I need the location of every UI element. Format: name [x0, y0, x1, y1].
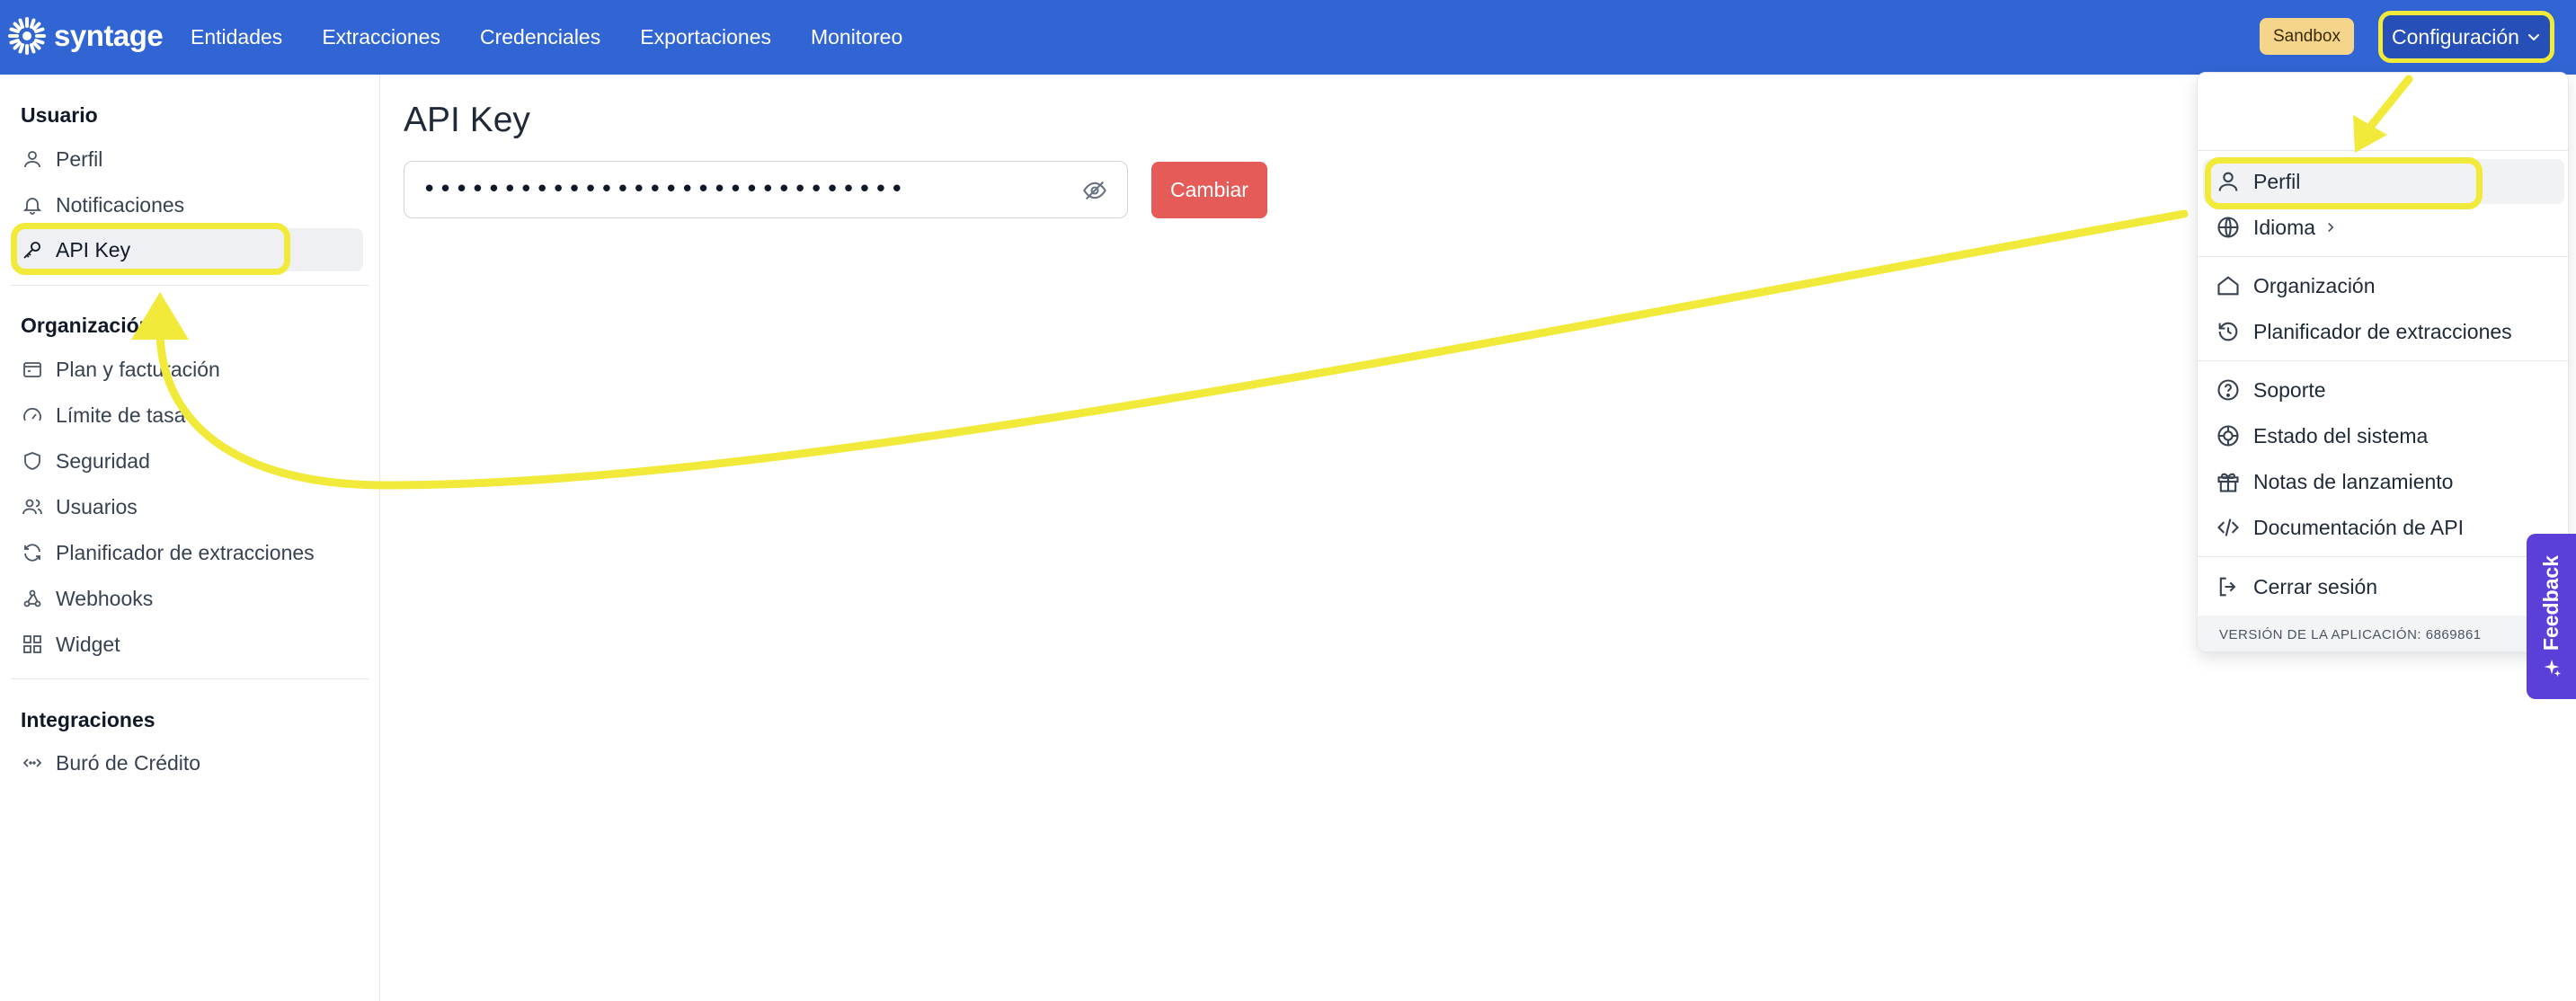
- menu-item-label: Documentación de API: [2253, 515, 2464, 539]
- home-icon: [2217, 276, 2239, 296]
- globe-icon: [2217, 217, 2239, 238]
- menu-item-label: Cerrar sesión: [2253, 574, 2378, 598]
- section-title-organizacion: Organización: [21, 314, 152, 337]
- menu-divider: [2198, 360, 2568, 361]
- code-icon: [2217, 518, 2239, 536]
- sidebar-item-seguridad[interactable]: Seguridad: [11, 439, 363, 483]
- menu-item-label: Estado del sistema: [2253, 423, 2429, 447]
- configuracion-label: Configuración: [2392, 24, 2519, 49]
- perfil-highlight: [2205, 157, 2483, 209]
- menu-item-label: Idioma: [2253, 215, 2316, 239]
- sidebar-item-buro[interactable]: Buró de Crédito: [11, 741, 363, 784]
- logout-icon: [2219, 577, 2236, 597]
- billing-icon: [23, 362, 41, 377]
- configuracion-button[interactable]: Configuración: [2378, 11, 2554, 63]
- logo-icon: [8, 17, 46, 55]
- eye-off-icon[interactable]: [1082, 178, 1107, 203]
- menu-divider: [2198, 150, 2568, 151]
- users-icon: [22, 499, 42, 515]
- menu-item-idioma[interactable]: Idioma: [2203, 205, 2564, 250]
- sidebar-item-perfil[interactable]: Perfil: [11, 137, 363, 181]
- sidebar-item-planificador[interactable]: Planificador de extracciones: [11, 531, 363, 574]
- menu-item-label: Soporte: [2253, 377, 2326, 402]
- menu-divider: [2198, 556, 2568, 557]
- nav-exportaciones[interactable]: Exportaciones: [640, 25, 771, 49]
- settings-sidebar: Usuario Perfil Notificaciones API Key Or…: [0, 75, 380, 1001]
- sidebar-item-label: Notificaciones: [56, 192, 185, 217]
- sidebar-item-plan[interactable]: Plan y facturación: [11, 348, 363, 391]
- menu-item-planificador[interactable]: Planificador de extracciones: [2203, 309, 2564, 354]
- top-navbar: syntage Entidades Extracciones Credencia…: [0, 0, 2576, 75]
- sidebar-divider: [11, 285, 369, 286]
- menu-item-soporte[interactable]: Soporte: [2203, 368, 2564, 412]
- gauge-icon: [23, 408, 41, 421]
- annotation-arrows: [131, 75, 2413, 490]
- menu-item-label: Notas de lanzamiento: [2253, 469, 2454, 493]
- sidebar-item-notificaciones[interactable]: Notificaciones: [11, 183, 363, 226]
- api-key-field[interactable]: ••••••••••••••••••••••••••••••: [404, 161, 1128, 218]
- sidebar-item-webhooks[interactable]: Webhooks: [11, 577, 363, 620]
- sidebar-item-label: Plan y facturación: [56, 357, 220, 381]
- chevron-down-icon: [2527, 34, 2539, 40]
- page-title: API Key: [404, 101, 530, 139]
- sidebar-item-limite[interactable]: Límite de tasa: [11, 394, 363, 437]
- section-title-integraciones: Integraciones: [21, 708, 155, 731]
- menu-item-estado[interactable]: Estado del sistema: [2203, 413, 2564, 458]
- shield-icon: [24, 452, 40, 470]
- menu-item-cerrar-sesion[interactable]: Cerrar sesión: [2203, 564, 2564, 609]
- logo-text: syntage: [54, 19, 164, 52]
- nav-entidades[interactable]: Entidades: [191, 25, 282, 49]
- nav-monitoreo[interactable]: Monitoreo: [811, 25, 902, 49]
- feedback-label: Feedback: [2539, 554, 2563, 651]
- widget-icon: [23, 635, 41, 653]
- nav-extracciones[interactable]: Extracciones: [322, 25, 440, 49]
- main-nav: Entidades Extracciones Credenciales Expo…: [191, 0, 942, 75]
- curved-arrow-line: [155, 209, 2189, 490]
- status-icon: [2217, 425, 2239, 447]
- sidebar-item-widget[interactable]: Widget: [11, 623, 363, 666]
- app-version: VERSIÓN DE LA APLICACIÓN: 6869861: [2198, 616, 2568, 651]
- webhook-icon: [23, 589, 41, 607]
- gift-icon: [2217, 473, 2239, 492]
- sidebar-item-label: Seguridad: [56, 448, 150, 473]
- bell-icon: [22, 198, 42, 215]
- sidebar-item-label: Webhooks: [56, 586, 154, 610]
- sidebar-item-label: Límite de tasa: [56, 403, 186, 427]
- chevron-right-icon: [2328, 222, 2334, 233]
- section-title-usuario: Usuario: [21, 103, 98, 127]
- sidebar-divider: [11, 678, 369, 679]
- menu-item-label: Planificador de extracciones: [2253, 319, 2512, 343]
- logo[interactable]: syntage: [7, 16, 164, 56]
- api-key-highlight: [11, 223, 290, 275]
- cambiar-button[interactable]: Cambiar: [1151, 162, 1267, 218]
- user-icon: [24, 151, 40, 168]
- nav-credenciales[interactable]: Credenciales: [480, 25, 600, 49]
- help-icon: [2217, 379, 2239, 401]
- refresh-icon: [24, 544, 40, 562]
- sparkle-icon: [2544, 659, 2561, 678]
- api-key-value: ••••••••••••••••••••••••••••••: [422, 176, 907, 203]
- feedback-tab[interactable]: Feedback: [2527, 534, 2576, 699]
- sidebar-item-label: Usuarios: [56, 494, 138, 518]
- menu-divider: [2198, 256, 2568, 257]
- sidebar-item-usuarios[interactable]: Usuarios: [11, 485, 363, 528]
- history-icon: [2218, 322, 2238, 341]
- sidebar-item-label: Widget: [56, 632, 120, 656]
- sandbox-badge: Sandbox: [2260, 18, 2354, 55]
- menu-item-label: Organización: [2253, 273, 2376, 297]
- menu-item-documentacion[interactable]: Documentación de API: [2203, 505, 2564, 550]
- menu-item-notas[interactable]: Notas de lanzamiento: [2203, 459, 2564, 504]
- code-arrows-icon: [22, 758, 42, 767]
- sidebar-item-label: Buró de Crédito: [56, 750, 201, 775]
- menu-item-organizacion[interactable]: Organización: [2203, 263, 2564, 308]
- sidebar-item-label: Perfil: [56, 146, 103, 171]
- sidebar-item-label: Planificador de extracciones: [56, 540, 315, 564]
